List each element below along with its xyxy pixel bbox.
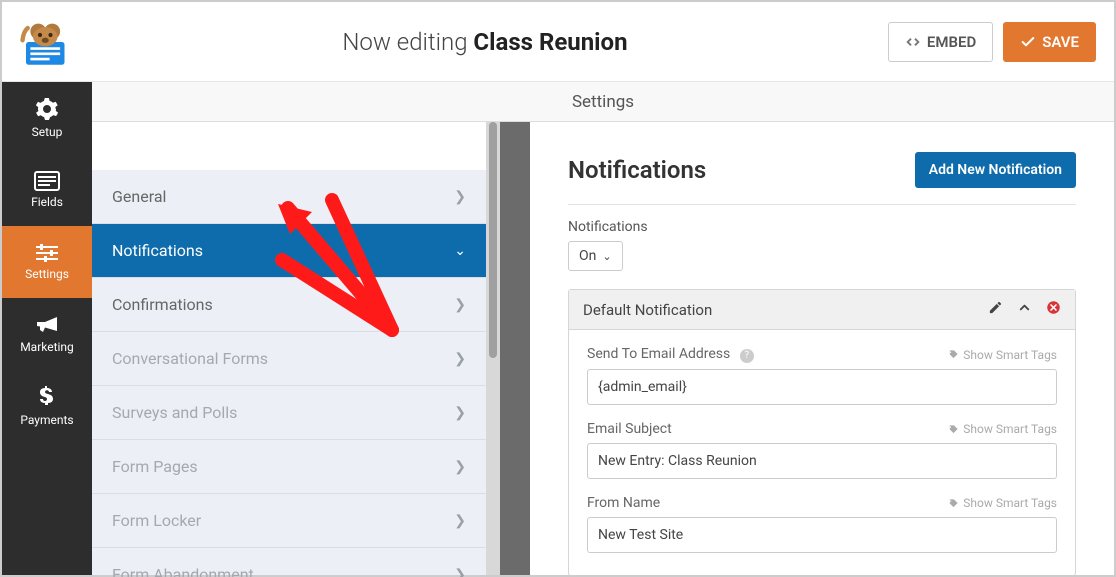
smart-tags-link[interactable]: Show Smart Tags xyxy=(948,348,1057,362)
embed-button[interactable]: EMBED xyxy=(888,22,993,62)
code-icon xyxy=(905,34,921,50)
nav-marketing[interactable]: Marketing xyxy=(2,298,92,370)
chevron-right-icon: ❯ xyxy=(454,459,466,475)
send-to-input[interactable] xyxy=(587,369,1057,405)
nav-label: Payments xyxy=(20,413,73,427)
edit-icon[interactable] xyxy=(988,300,1003,319)
editing-prefix: Now editing xyxy=(342,28,467,56)
delete-icon[interactable] xyxy=(1046,300,1061,319)
collapse-icon[interactable] xyxy=(1017,300,1032,319)
scrollbar[interactable] xyxy=(486,122,500,575)
subject-label: Email Subject xyxy=(587,421,672,437)
nav-setup[interactable]: Setup xyxy=(2,82,92,154)
notifications-toggle[interactable]: On ⌄ xyxy=(568,241,623,271)
settings-submenu: General ❯ Notifications ⌄ Confirmations … xyxy=(92,122,500,575)
help-icon[interactable]: ? xyxy=(740,349,754,363)
add-notification-button[interactable]: Add New Notification xyxy=(915,152,1076,188)
submenu-abandonment[interactable]: Form Abandonment ❯ xyxy=(92,548,486,577)
subject-input[interactable] xyxy=(587,443,1057,479)
notification-card: Default Notification xyxy=(568,289,1076,575)
submenu-conversational[interactable]: Conversational Forms ❯ xyxy=(92,332,486,386)
chevron-right-icon: ❯ xyxy=(454,405,466,421)
toggle-label: Notifications xyxy=(568,219,1076,235)
submenu-label: Confirmations xyxy=(112,295,213,314)
nav-settings[interactable]: Settings xyxy=(2,226,92,298)
panel-title: Settings xyxy=(92,82,1114,122)
chevron-right-icon: ❯ xyxy=(454,513,466,529)
chevron-right-icon: ❯ xyxy=(454,351,466,367)
notifications-panel: Notifications Add New Notification Notif… xyxy=(530,122,1114,575)
smart-tags-link[interactable]: Show Smart Tags xyxy=(948,422,1057,436)
nav-fields[interactable]: Fields xyxy=(2,154,92,226)
send-to-label: Send To Email Address ? xyxy=(587,346,754,363)
tag-icon xyxy=(948,498,959,509)
bullhorn-icon xyxy=(35,314,59,336)
submenu-surveys[interactable]: Surveys and Polls ❯ xyxy=(92,386,486,440)
save-button[interactable]: SAVE xyxy=(1003,22,1096,62)
submenu-formlocker[interactable]: Form Locker ❯ xyxy=(92,494,486,548)
panel-separator xyxy=(500,122,530,575)
panel-heading: Notifications xyxy=(568,156,706,184)
nav-label: Fields xyxy=(31,195,63,209)
form-name: Class Reunion xyxy=(473,28,627,56)
submenu-label: General xyxy=(112,187,166,206)
submenu-notifications[interactable]: Notifications ⌄ xyxy=(92,224,486,278)
chevron-right-icon: ❯ xyxy=(454,189,466,205)
main-nav: Setup Fields Settings Marketing Payments xyxy=(2,82,92,575)
smart-tags-link[interactable]: Show Smart Tags xyxy=(948,496,1057,510)
nav-label: Setup xyxy=(32,125,63,139)
tag-icon xyxy=(948,349,959,360)
submenu-formpages[interactable]: Form Pages ❯ xyxy=(92,440,486,494)
chevron-right-icon: ❯ xyxy=(454,567,466,577)
chevron-right-icon: ❯ xyxy=(454,297,466,313)
submenu-label: Form Pages xyxy=(112,457,198,476)
top-bar: Now editing Class Reunion EMBED SAVE xyxy=(2,2,1114,82)
card-title: Default Notification xyxy=(583,301,974,319)
gear-icon xyxy=(35,97,59,121)
submenu-label: Form Locker xyxy=(112,511,201,530)
scrollbar-thumb[interactable] xyxy=(489,122,497,358)
tag-icon xyxy=(948,424,959,435)
submenu-label: Conversational Forms xyxy=(112,349,268,368)
chevron-down-icon: ⌄ xyxy=(602,250,611,263)
from-name-label: From Name xyxy=(587,495,660,511)
check-icon xyxy=(1020,34,1036,50)
submenu-confirmations[interactable]: Confirmations ❯ xyxy=(92,278,486,332)
from-name-input[interactable] xyxy=(587,517,1057,553)
submenu-label: Surveys and Polls xyxy=(112,403,237,422)
sliders-icon xyxy=(34,243,60,263)
submenu-label: Form Abandonment xyxy=(112,565,254,577)
nav-label: Settings xyxy=(25,267,69,281)
list-icon xyxy=(34,171,60,191)
logo xyxy=(2,14,92,70)
submenu-label: Notifications xyxy=(112,241,203,260)
nav-payments[interactable]: Payments xyxy=(2,370,92,442)
dollar-icon xyxy=(39,385,55,409)
submenu-general[interactable]: General ❯ xyxy=(92,170,486,224)
nav-label: Marketing xyxy=(20,340,74,354)
editing-title: Now editing Class Reunion xyxy=(92,28,878,56)
chevron-down-icon: ⌄ xyxy=(454,243,466,259)
